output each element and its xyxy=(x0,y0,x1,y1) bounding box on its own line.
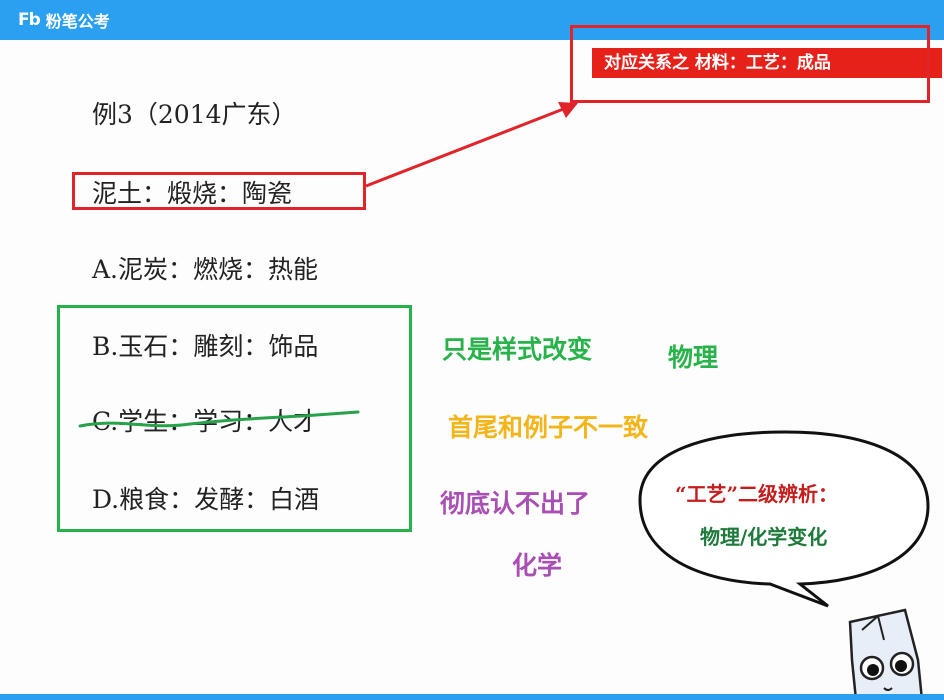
bubble-subtext: 物理/化学变化 xyxy=(700,525,828,549)
mascot-icon xyxy=(848,608,924,700)
speech-bubble xyxy=(638,430,930,608)
strikethrough-mark xyxy=(78,410,360,428)
annotation-layer xyxy=(78,102,930,700)
bottom-bar xyxy=(0,694,944,700)
bubble-heading: “工艺”二级辨析： xyxy=(675,482,839,506)
arrow-line xyxy=(365,106,567,188)
